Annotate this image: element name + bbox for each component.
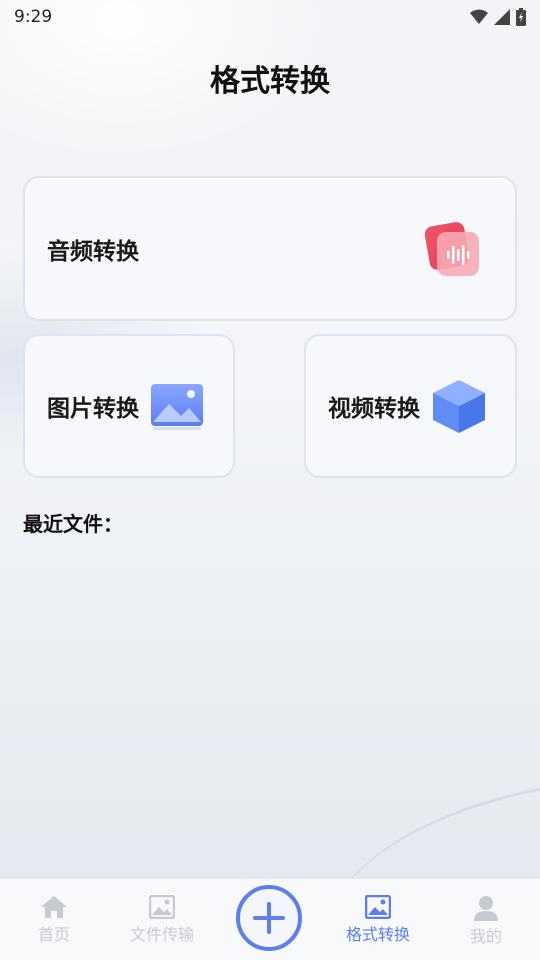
video-convert-label: 视频转换 [328,396,420,422]
status-bar: 9:29 [0,0,540,34]
nav-mine[interactable]: 我的 [432,879,540,960]
plus-icon [253,902,285,934]
nav-format-convert[interactable]: 格式转换 [324,879,432,960]
image-convert-card[interactable]: 图片转换 [23,334,235,478]
add-button[interactable] [236,885,302,951]
image-convert-label: 图片转换 [47,396,139,422]
wifi-icon [470,9,488,24]
audio-convert-label: 音频转换 [47,238,139,265]
video-convert-card[interactable]: 视频转换 [304,334,517,478]
nav-file-transfer-label: 文件传输 [129,925,194,944]
image-icon [149,895,175,919]
home-icon [41,896,67,918]
audio-wave-icon [425,222,479,276]
image-icon [151,384,203,430]
user-icon [474,896,498,921]
page-title: 格式转换 [210,64,330,99]
nav-format-convert-label: 格式转换 [345,925,410,944]
nav-home-label: 首页 [37,925,70,944]
nav-file-transfer[interactable]: 文件传输 [108,879,216,960]
image-icon [365,895,391,919]
nav-mine-label: 我的 [469,927,502,946]
recent-files-title: 最近文件： [23,512,123,536]
signal-icon [494,9,510,25]
cube-icon [433,380,485,433]
status-icons [470,8,526,26]
battery-icon [516,8,526,26]
status-time: 9:29 [14,7,53,27]
nav-home[interactable]: 首页 [0,879,108,960]
audio-convert-card[interactable]: 音频转换 [23,176,517,321]
